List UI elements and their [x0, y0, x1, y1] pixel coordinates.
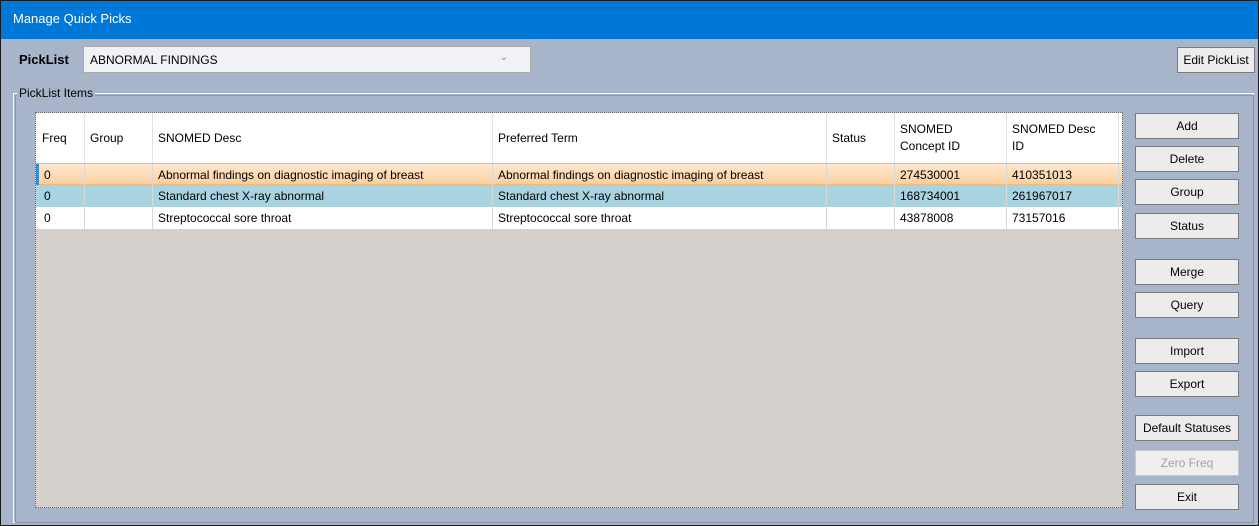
status-button[interactable]: Status [1135, 213, 1239, 239]
delete-button[interactable]: Delete [1135, 146, 1239, 172]
column-header-concept-id[interactable]: SNOMED Concept ID [894, 113, 1006, 163]
zero-freq-button[interactable]: Zero Freq [1135, 450, 1239, 476]
cell-snomed-desc: Standard chest X-ray abnormal [158, 189, 325, 203]
cell-snomed-desc: Abnormal findings on diagnostic imaging … [158, 168, 424, 182]
cell-preferred-term: Abnormal findings on diagnostic imaging … [498, 168, 764, 182]
picklist-items-grid[interactable]: Freq Group SNOMED Desc Preferred Term St… [35, 112, 1123, 508]
query-button[interactable]: Query [1135, 292, 1239, 318]
cell-desc-id: 73157016 [1012, 211, 1066, 225]
column-header-snomed-desc[interactable]: SNOMED Desc [152, 113, 492, 163]
cell-freq: 0 [44, 168, 51, 182]
merge-button[interactable]: Merge [1135, 259, 1239, 285]
cell-freq: 0 [44, 189, 51, 203]
cell-concept-id: 168734001 [900, 189, 961, 203]
window-title: Manage Quick Picks [13, 11, 132, 26]
cell-concept-id: 274530001 [900, 168, 961, 182]
cell-desc-id: 261967017 [1012, 189, 1073, 203]
default-statuses-button[interactable]: Default Statuses [1135, 415, 1239, 441]
add-button[interactable]: Add [1135, 113, 1239, 139]
cell-concept-id: 43878008 [900, 211, 954, 225]
edit-picklist-button[interactable]: Edit PickList [1177, 47, 1255, 73]
column-header-status[interactable]: Status [826, 113, 894, 163]
title-bar[interactable]: Manage Quick Picks [1, 1, 1258, 39]
exit-button[interactable]: Exit [1135, 484, 1239, 510]
cell-preferred-term: Standard chest X-ray abnormal [498, 189, 665, 203]
import-button[interactable]: Import [1135, 338, 1239, 364]
table-row[interactable]: 0 Streptococcal sore throat Streptococca… [36, 207, 1122, 229]
column-header-desc-id[interactable]: SNOMED Desc ID [1006, 113, 1118, 163]
column-header-preferred-term[interactable]: Preferred Term [492, 113, 826, 163]
table-row[interactable]: 0 Abnormal findings on diagnostic imagin… [36, 163, 1122, 186]
cell-snomed-desc: Streptococcal sore throat [158, 211, 292, 225]
cell-preferred-term: Streptococcal sore throat [498, 211, 632, 225]
cell-desc-id: 410351013 [1012, 168, 1073, 182]
export-button[interactable]: Export [1135, 371, 1239, 397]
picklist-selected-value: ABNORMAL FINDINGS [90, 53, 218, 67]
cell-freq: 0 [44, 211, 51, 225]
manage-quick-picks-window: Manage Quick Picks PickList ABNORMAL FIN… [0, 0, 1259, 526]
table-row[interactable]: 0 Standard chest X-ray abnormal Standard… [36, 185, 1122, 207]
picklist-items-label: PickList Items [17, 86, 96, 100]
group-button[interactable]: Group [1135, 179, 1239, 205]
grid-header: Freq Group SNOMED Desc Preferred Term St… [36, 113, 1122, 163]
picklist-label: PickList [19, 52, 69, 67]
chevron-down-icon: ⌄ [499, 52, 508, 63]
picklist-dropdown[interactable]: ABNORMAL FINDINGS ⌄ [83, 46, 531, 73]
column-header-freq[interactable]: Freq [36, 113, 84, 163]
column-header-group[interactable]: Group [84, 113, 152, 163]
